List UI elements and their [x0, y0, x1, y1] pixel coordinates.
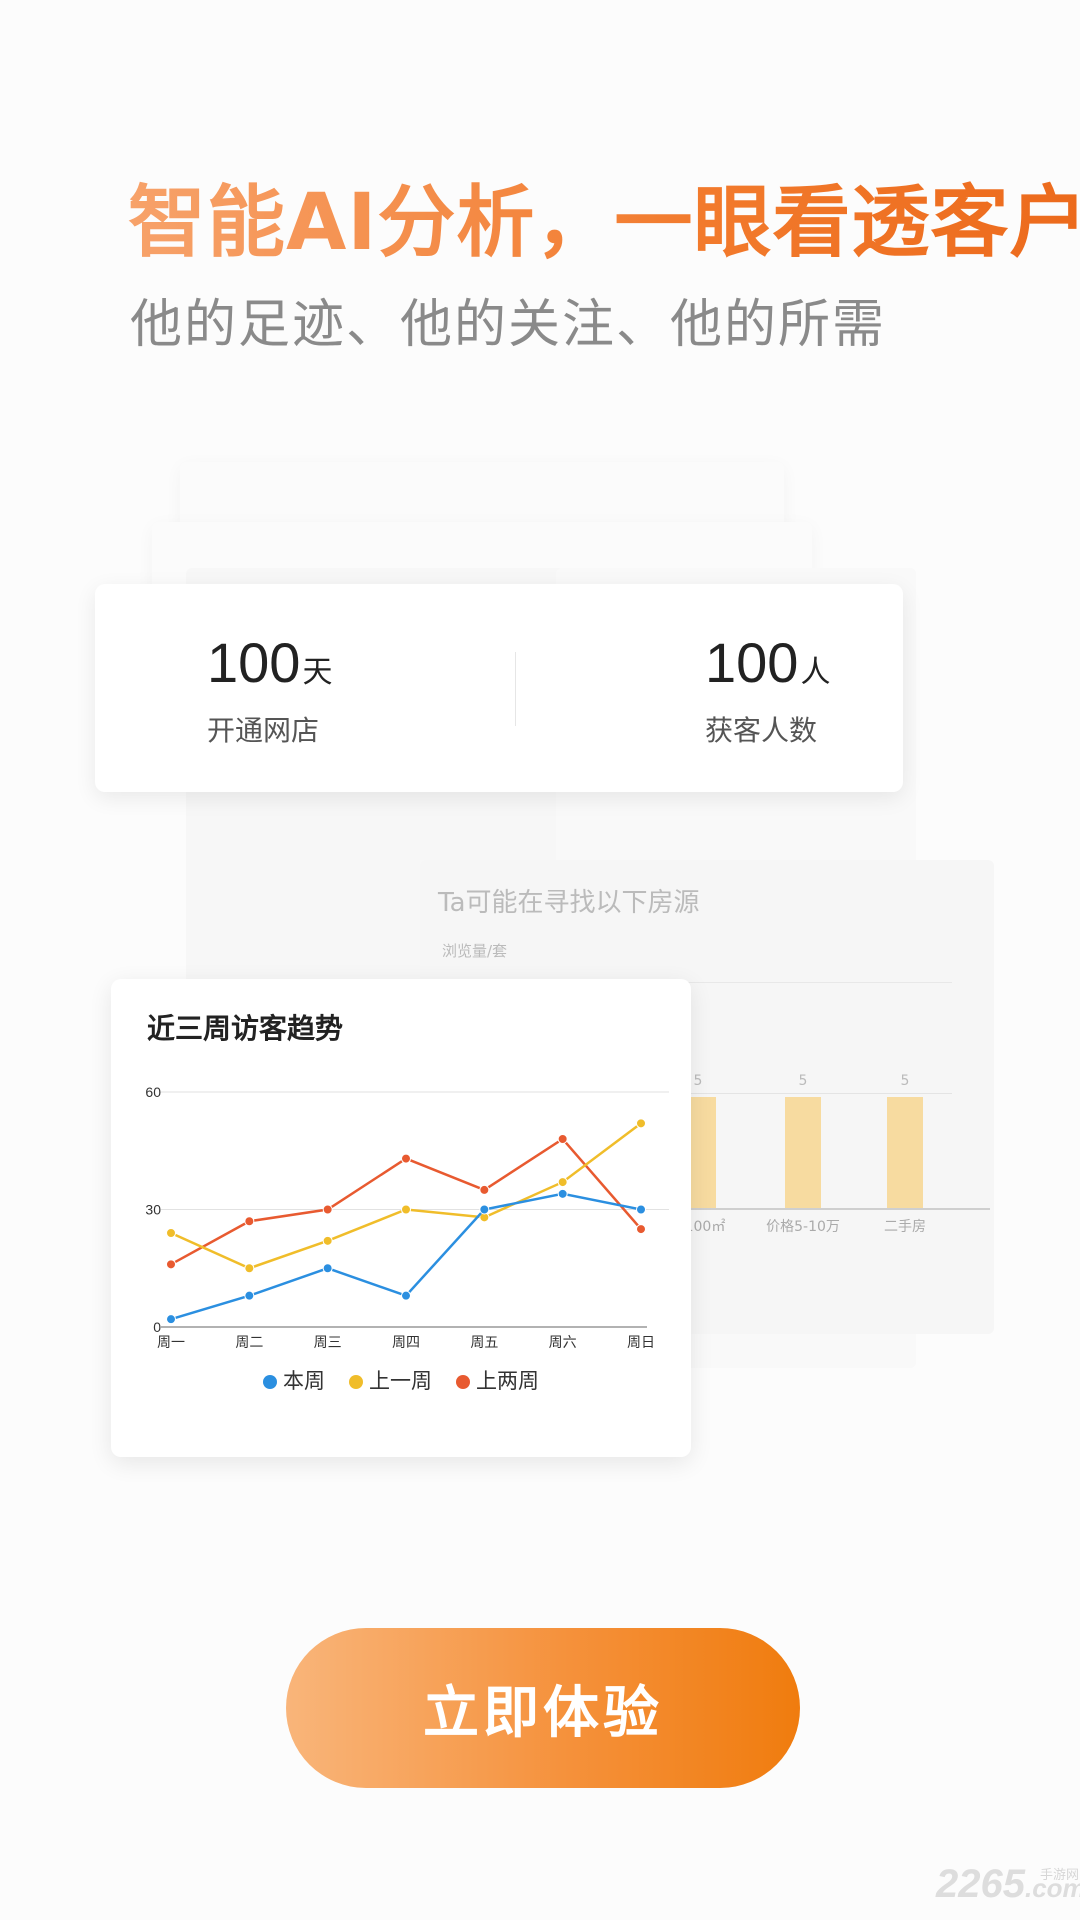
- property-bar-value: 5: [900, 1073, 910, 1089]
- subheadline: 他的足迹、他的关注、他的所需: [130, 295, 887, 355]
- data-point: [244, 1263, 255, 1274]
- data-point: [401, 1290, 411, 1301]
- data-point: [166, 1228, 176, 1238]
- legend-item: 上两周: [456, 1365, 539, 1395]
- x-tick-label: 周四: [392, 1335, 420, 1351]
- chart-legend: 本周 上一周 上两周: [111, 1365, 691, 1395]
- data-point: [322, 1204, 333, 1215]
- legend-dot-icon: [349, 1375, 363, 1389]
- legend-label: 本周: [283, 1369, 325, 1393]
- stats-card: 100天 开通网店 100人 获客人数: [95, 584, 903, 792]
- headline: 智能AI分析，一眼看透客户: [128, 160, 1080, 272]
- data-point: [401, 1153, 411, 1164]
- data-point: [166, 1259, 176, 1270]
- customers-stat: 100人 获客人数: [705, 630, 830, 749]
- property-bar-value: 5: [798, 1073, 808, 1089]
- property-bar-label: 二手房: [884, 1219, 926, 1235]
- x-tick-label: 周六: [549, 1335, 577, 1351]
- data-point: [244, 1290, 255, 1301]
- legend-label: 上一周: [369, 1369, 432, 1393]
- data-point: [636, 1204, 646, 1215]
- x-tick-label: 周三: [314, 1335, 342, 1351]
- watermark-logo: 2265.com 手游网: [936, 1862, 1080, 1907]
- customers-unit: 人: [800, 655, 831, 690]
- data-point: [322, 1235, 333, 1246]
- store-days-unit: 天: [302, 655, 333, 690]
- x-tick-label: 周二: [235, 1335, 263, 1351]
- watermark-brand: 2265: [936, 1862, 1025, 1906]
- divider: [515, 652, 516, 726]
- x-axis: [660, 1208, 990, 1210]
- customers-value: 100: [705, 631, 799, 694]
- data-point: [244, 1216, 255, 1227]
- data-point: [479, 1184, 490, 1195]
- property-card-title: Ta可能在寻找以下房源: [438, 888, 700, 918]
- data-point: [401, 1204, 411, 1215]
- y-tick-label: 30: [145, 1202, 161, 1218]
- property-y-label: 浏览量/套: [442, 942, 508, 960]
- store-days-value: 100: [207, 631, 301, 694]
- y-tick-label: 60: [145, 1084, 161, 1100]
- try-now-button[interactable]: 立即体验: [286, 1628, 800, 1788]
- data-point: [479, 1204, 490, 1215]
- data-point: [636, 1224, 646, 1235]
- legend-dot-icon: [263, 1375, 277, 1389]
- data-point: [322, 1263, 333, 1274]
- legend-label: 上两周: [476, 1369, 539, 1393]
- watermark-sub: 手游网: [1040, 1867, 1080, 1882]
- legend-item: 上一周: [349, 1365, 432, 1395]
- x-tick-label: 周一: [157, 1335, 185, 1351]
- gridline: [660, 1093, 952, 1094]
- legend-dot-icon: [456, 1375, 470, 1389]
- data-point: [166, 1314, 176, 1325]
- property-bar: [785, 1097, 821, 1208]
- store-days-stat: 100天 开通网店: [207, 630, 332, 749]
- data-point: [557, 1188, 568, 1199]
- store-days-label: 开通网店: [207, 714, 320, 747]
- data-point: [557, 1177, 568, 1188]
- property-bar-label: 价格5-10万: [766, 1219, 840, 1235]
- data-point: [557, 1134, 568, 1144]
- property-bar: [887, 1097, 923, 1208]
- x-tick-label: 周五: [470, 1335, 498, 1351]
- y-tick-label: 0: [153, 1319, 161, 1335]
- legend-item: 本周: [263, 1365, 325, 1395]
- visitor-trend-card: 近三周访客趋势 0 30 60 周一 周二 周三 周四 周五 周六 周日 本周 上一周 上两周: [111, 979, 691, 1457]
- x-tick-label: 周日: [627, 1335, 655, 1351]
- customers-label: 获客人数: [705, 714, 818, 747]
- data-point: [636, 1118, 646, 1129]
- visitor-trend-chart: 0 30 60 周一 周二 周三 周四 周五 周六 周日: [145, 1084, 669, 1351]
